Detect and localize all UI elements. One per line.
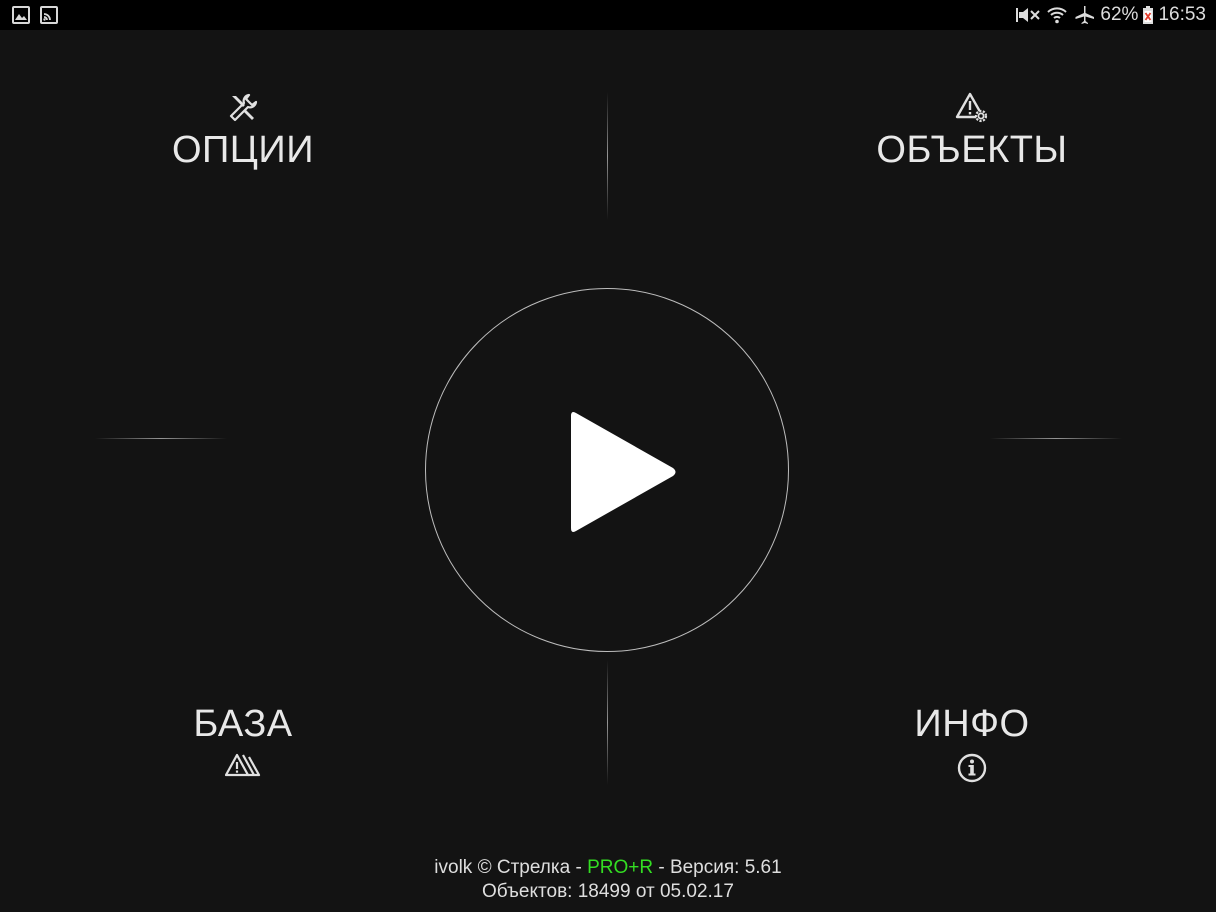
objects-label: ОБЪЕКТЫ <box>876 129 1068 171</box>
start-button[interactable] <box>425 288 789 652</box>
separator-top <box>607 92 608 220</box>
info-button[interactable]: ИНФО <box>852 702 1092 784</box>
separator-bottom <box>607 660 608 785</box>
main-screen: 62% 16:53 ОПЦИИ ОБЪЕКТЫ БАЗА ИНФО ivolk … <box>0 0 1216 912</box>
status-bar-system: 62% 16:53 <box>1014 0 1206 30</box>
copyright-text: ivolk © Стрелка - <box>434 857 588 878</box>
status-bar: 62% 16:53 <box>0 0 1216 30</box>
version-text: - Версия: 5.61 <box>653 857 782 878</box>
separator-right <box>990 438 1122 439</box>
info-icon <box>956 752 988 784</box>
objects-count-line: Объектов: 18499 от 05.02.17 <box>482 881 734 902</box>
airplane-icon <box>1072 5 1096 25</box>
cast-icon <box>40 6 58 24</box>
options-button[interactable]: ОПЦИИ <box>143 92 343 172</box>
version-line: ivolk © Стрелка - PRO+R - Версия: 5.61 <box>0 856 1216 880</box>
base-button[interactable]: БАЗА <box>143 702 343 780</box>
base-label: БАЗА <box>193 703 293 745</box>
mute-icon <box>1014 5 1042 25</box>
objects-button[interactable]: ОБЪЕКТЫ <box>852 92 1092 172</box>
clock: 16:53 <box>1158 4 1206 25</box>
play-icon <box>567 410 679 534</box>
app-info-footer: ivolk © Стрелка - PRO+R - Версия: 5.61 О… <box>0 856 1216 904</box>
options-label: ОПЦИИ <box>171 129 315 171</box>
wifi-icon <box>1046 5 1068 25</box>
edition-badge: PRO+R <box>587 857 654 878</box>
separator-left <box>95 438 227 439</box>
stacked-warning-icon <box>224 752 261 780</box>
battery-icon <box>1142 5 1154 25</box>
gallery-icon <box>12 6 30 24</box>
tools-icon <box>227 92 259 124</box>
info-label: ИНФО <box>914 703 1030 745</box>
warning-gear-icon <box>955 92 989 124</box>
status-bar-notifications <box>12 6 58 24</box>
battery-percent: 62% <box>1100 4 1139 25</box>
